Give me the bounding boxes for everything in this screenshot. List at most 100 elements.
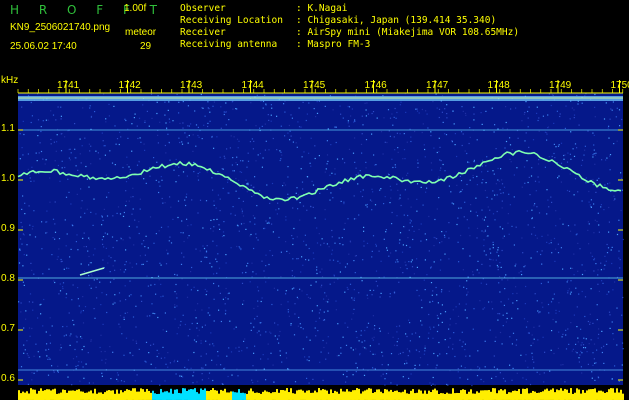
noise-speck [260, 358, 262, 360]
noise-speck [546, 133, 548, 135]
noise-speck [584, 315, 586, 318]
noise-speck [177, 360, 179, 362]
power-bar [274, 392, 276, 400]
noise-speck [380, 131, 383, 133]
noise-speck [537, 176, 539, 178]
noise-speck [213, 219, 215, 221]
noise-speck [516, 300, 518, 302]
noise-speck [246, 265, 248, 267]
noise-speck [114, 294, 116, 296]
noise-speck [331, 253, 333, 255]
noise-speck [538, 130, 540, 132]
noise-speck [253, 140, 255, 142]
noise-speck [405, 333, 407, 335]
noise-speck [362, 189, 364, 191]
noise-speck [383, 203, 385, 205]
power-bar [272, 392, 274, 400]
noise-speck [92, 382, 94, 384]
noise-speck [316, 266, 318, 268]
noise-speck [375, 280, 377, 282]
noise-speck [612, 289, 614, 291]
noise-speck [354, 161, 356, 163]
noise-speck [239, 247, 241, 249]
noise-speck [102, 323, 104, 325]
noise-speck [267, 343, 269, 345]
noise-speck [419, 357, 422, 359]
noise-speck [331, 249, 333, 251]
noise-speck [380, 188, 382, 190]
noise-speck [48, 348, 50, 350]
noise-speck [384, 378, 386, 380]
noise-speck [529, 194, 531, 196]
noise-speck [40, 303, 42, 305]
noise-speck [541, 250, 543, 252]
noise-speck [297, 194, 299, 196]
noise-speck [620, 177, 623, 179]
noise-speck [303, 240, 305, 242]
noise-speck [90, 273, 92, 276]
noise-speck [534, 180, 537, 182]
noise-speck [182, 232, 184, 234]
noise-speck [208, 307, 210, 309]
noise-speck [492, 241, 494, 243]
noise-speck [169, 196, 171, 198]
power-bar [596, 392, 598, 400]
noise-speck [387, 109, 390, 111]
noise-speck [309, 297, 311, 299]
noise-speck [65, 297, 67, 299]
noise-speck [101, 215, 103, 217]
noise-speck [81, 200, 83, 202]
power-bar [496, 393, 498, 400]
spectrogram-overlay [17, 80, 624, 400]
noise-speck [280, 158, 282, 160]
noise-speck [265, 379, 267, 381]
noise-speck [516, 292, 518, 294]
power-bar [420, 390, 422, 400]
noise-speck [525, 101, 527, 103]
power-bar [380, 391, 382, 400]
noise-speck [471, 384, 473, 387]
noise-speck [285, 293, 287, 295]
noise-speck [173, 169, 175, 171]
noise-speck [45, 119, 47, 121]
noise-speck [121, 333, 123, 335]
noise-speck [167, 366, 169, 368]
noise-speck [256, 332, 258, 334]
noise-speck [408, 350, 411, 352]
power-bar [524, 388, 526, 400]
noise-speck [246, 183, 248, 185]
noise-speck [178, 137, 180, 139]
noise-speck [174, 318, 176, 320]
noise-speck [389, 293, 391, 295]
noise-speck [24, 349, 26, 351]
noise-speck [464, 201, 466, 203]
power-bar [482, 390, 484, 400]
noise-speck [292, 258, 294, 260]
noise-speck [358, 340, 360, 342]
noise-speck [151, 303, 153, 305]
noise-speck [42, 158, 44, 160]
noise-speck [525, 285, 527, 288]
noise-speck [160, 176, 162, 178]
noise-speck [252, 215, 254, 217]
noise-speck [527, 366, 529, 368]
noise-speck [571, 350, 573, 352]
noise-speck [367, 113, 369, 115]
power-bar [142, 389, 144, 400]
noise-speck [542, 115, 544, 117]
noise-speck [104, 145, 106, 147]
noise-speck [118, 143, 120, 146]
noise-speck [80, 361, 83, 363]
noise-speck [448, 237, 450, 239]
noise-speck [396, 215, 398, 217]
noise-speck [530, 344, 532, 347]
noise-speck [490, 259, 492, 261]
noise-speck [329, 174, 331, 176]
noise-speck [299, 137, 302, 139]
noise-speck [291, 288, 293, 290]
noise-speck [398, 353, 400, 355]
noise-speck [265, 140, 267, 142]
noise-speck [615, 116, 617, 118]
noise-speck [21, 208, 23, 210]
noise-speck [326, 154, 329, 156]
